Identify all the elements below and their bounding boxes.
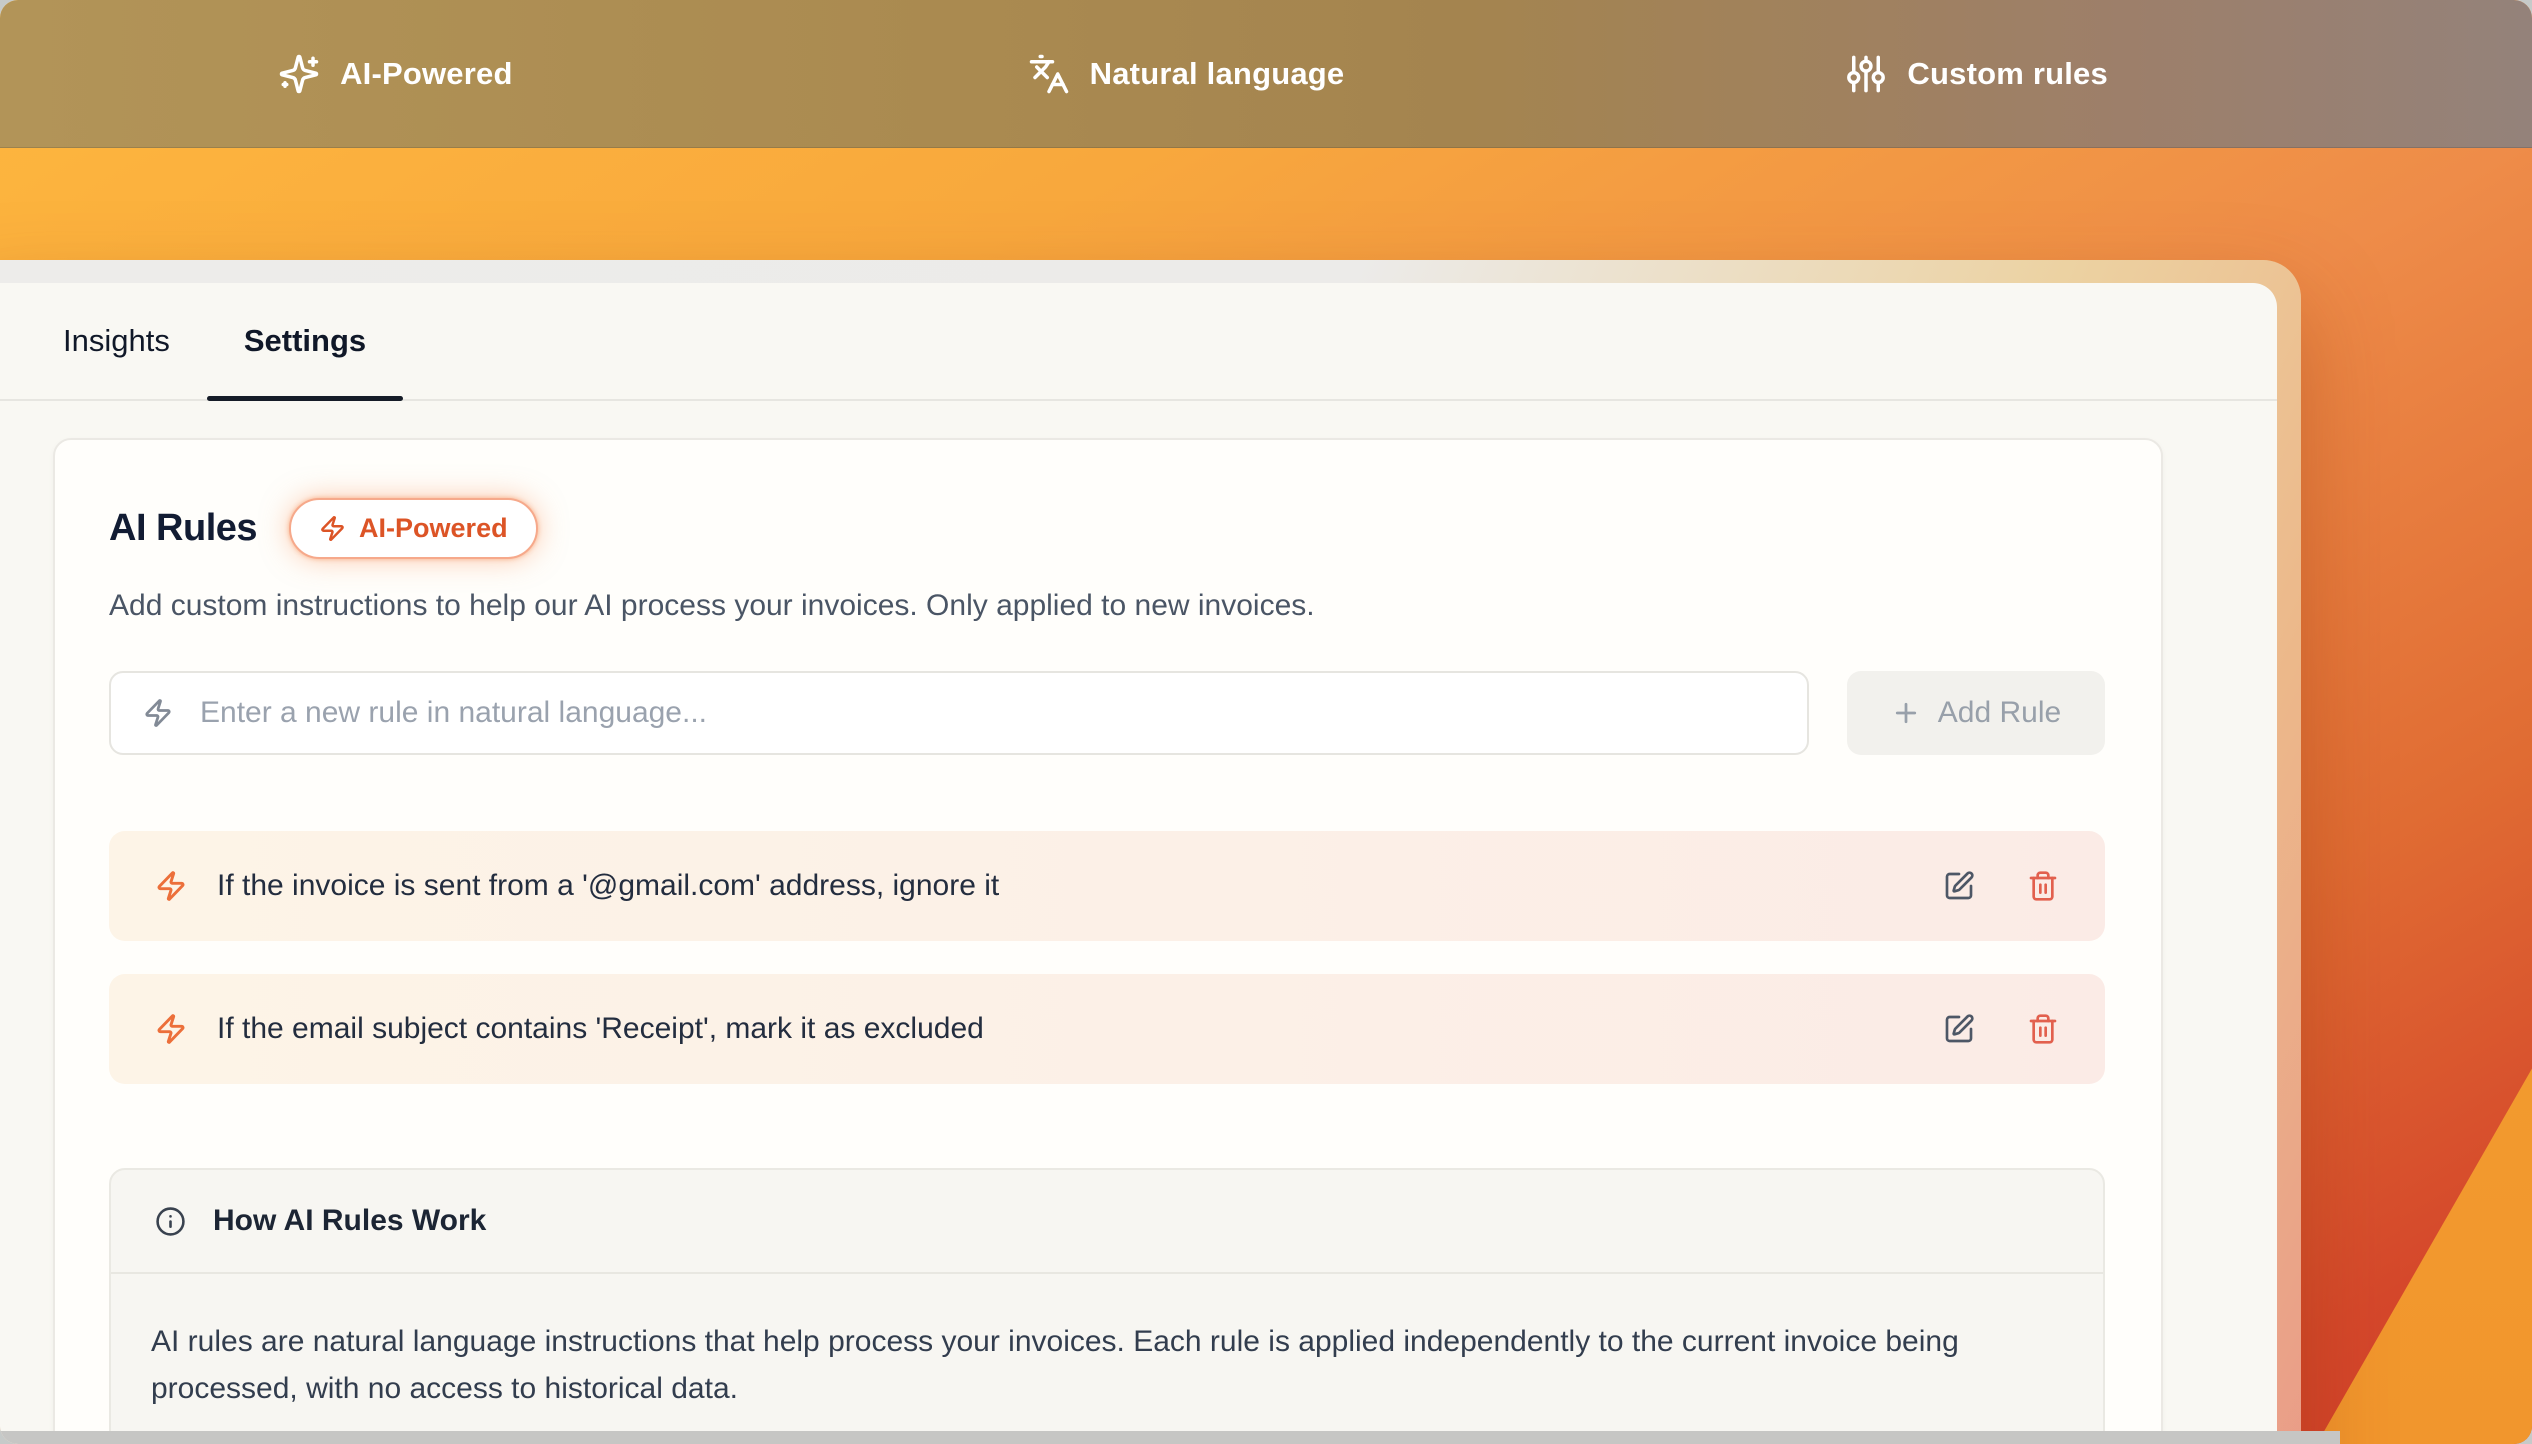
rule-actions: [1943, 1013, 2059, 1045]
rule-row: If the invoice is sent from a '@gmail.co…: [109, 831, 2105, 941]
plus-icon: [1891, 698, 1921, 728]
edit-icon: [1943, 1013, 1975, 1045]
trash-icon: [2027, 870, 2059, 902]
ai-powered-badge: AI-Powered: [289, 498, 538, 559]
trash-icon: [2027, 1013, 2059, 1045]
how-ai-rules-work-header: How AI Rules Work: [111, 1170, 2103, 1274]
edit-rule-button[interactable]: [1943, 870, 1975, 902]
banner-item-custom-rules: Custom rules: [1581, 53, 2372, 95]
tab-insights-label: Insights: [63, 323, 170, 359]
rule-text: If the invoice is sent from a '@gmail.co…: [217, 869, 999, 903]
tab-settings[interactable]: Settings: [207, 283, 403, 399]
sparkles-icon: [278, 53, 320, 95]
sliders-icon: [1845, 53, 1887, 95]
ai-rules-card: AI Rules AI-Powered Add custom instructi…: [53, 438, 2163, 1444]
how-ai-rules-work-title: How AI Rules Work: [213, 1204, 486, 1238]
ai-rules-description: Add custom instructions to help our AI p…: [109, 589, 2105, 623]
new-rule-input[interactable]: [200, 696, 1775, 730]
feature-banner: AI-Powered Natural language Custom rules: [0, 0, 2532, 148]
add-rule-button-label: Add Rule: [1938, 696, 2061, 730]
banner-item-natural-language: Natural language: [791, 53, 1582, 95]
ai-rules-header: AI Rules AI-Powered: [109, 498, 2105, 559]
zap-icon: [319, 515, 346, 542]
rules-list: If the invoice is sent from a '@gmail.co…: [109, 831, 2105, 1084]
edit-rule-button[interactable]: [1943, 1013, 1975, 1045]
add-rule-button[interactable]: Add Rule: [1847, 671, 2105, 755]
settings-panel: AI Rules AI-Powered Add custom instructi…: [0, 401, 2277, 1444]
delete-rule-button[interactable]: [2027, 870, 2059, 902]
banner-item-ai-powered: AI-Powered: [0, 53, 791, 95]
edit-icon: [1943, 870, 1975, 902]
zap-icon: [143, 698, 173, 728]
tab-insights[interactable]: Insights: [26, 283, 207, 399]
ai-rules-title: AI Rules: [109, 507, 257, 550]
banner-item-label: Natural language: [1090, 56, 1345, 92]
zap-icon: [155, 870, 187, 902]
how-ai-rules-work-body: AI rules are natural language instructio…: [111, 1274, 2103, 1444]
rule-text: If the email subject contains 'Receipt',…: [217, 1012, 984, 1046]
rule-row: If the email subject contains 'Receipt',…: [109, 974, 2105, 1084]
banner-item-label: AI-Powered: [340, 56, 513, 92]
tabs-row: Insights Settings: [0, 283, 2277, 401]
app-window: Insights Settings AI Rules AI-Powered: [0, 283, 2277, 1444]
ai-powered-badge-label: AI-Powered: [359, 513, 508, 544]
translate-icon: [1028, 53, 1070, 95]
new-rule-row: Add Rule: [109, 671, 2105, 755]
banner-item-label: Custom rules: [1907, 56, 2108, 92]
delete-rule-button[interactable]: [2027, 1013, 2059, 1045]
info-icon: [155, 1206, 186, 1237]
app-window-frame: Insights Settings AI Rules AI-Powered: [0, 260, 2301, 1444]
screenshot-stage: AI-Powered Natural language Custom rules…: [0, 0, 2532, 1444]
zap-icon: [155, 1013, 187, 1045]
new-rule-input-wrapper: [109, 671, 1809, 755]
how-ai-rules-work-card: How AI Rules Work AI rules are natural l…: [109, 1168, 2105, 1444]
bottom-edge-strip: [0, 1431, 2340, 1444]
tab-settings-label: Settings: [244, 323, 366, 359]
rule-actions: [1943, 870, 2059, 902]
